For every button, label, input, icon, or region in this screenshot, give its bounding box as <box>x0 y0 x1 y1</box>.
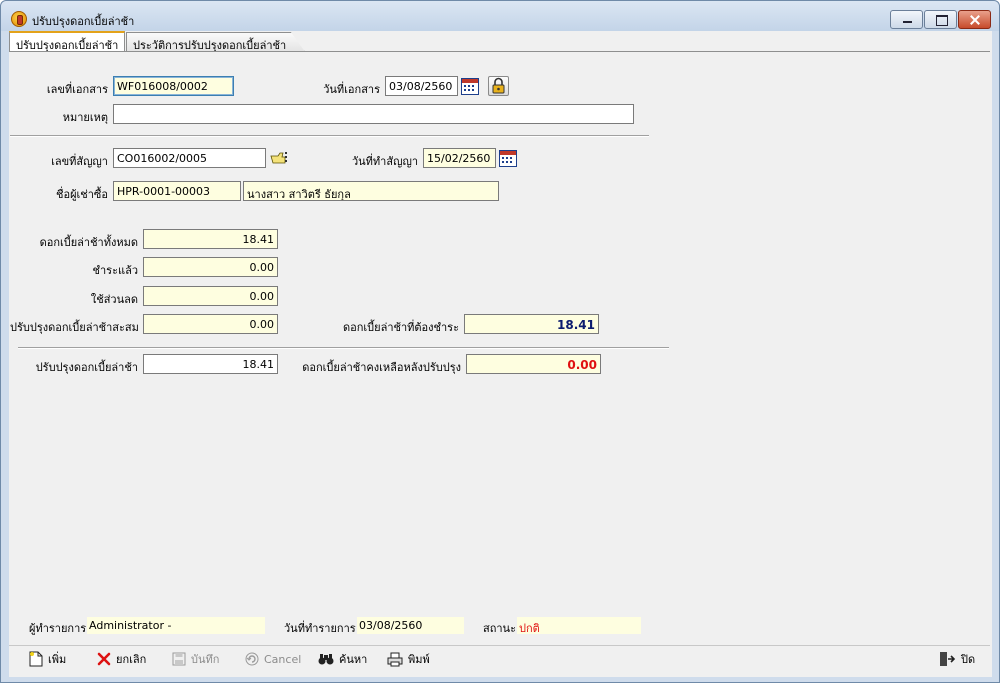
calendar-icon[interactable] <box>461 78 479 95</box>
exit-door-icon <box>940 652 956 666</box>
search-button-label: ค้นหา <box>339 653 368 666</box>
cancel-document-label: ยกเลิก <box>116 653 147 666</box>
paid-label: ชำระแล้ว <box>92 264 138 277</box>
contract-no-field[interactable]: CO016002/0005 <box>113 148 266 168</box>
new-document-icon <box>29 651 43 667</box>
paid-field: 0.00 <box>143 257 278 277</box>
due-interest-label: ดอกเบี้ยล่าช้าที่ต้องชำระ <box>343 321 459 334</box>
app-money-icon <box>11 11 27 27</box>
discount-field: 0.00 <box>143 286 278 306</box>
cancel-button[interactable]: Cancel <box>245 650 301 668</box>
close-button-label: ปิด <box>961 653 976 666</box>
cancel-button-label: Cancel <box>264 652 302 666</box>
tab-adjust-interest[interactable]: ปรับปรุงดอกเบี้ยล่าช้า <box>9 31 126 53</box>
accum-adjust-label: ปรับปรุงดอกเบี้ยล่าช้าสะสม <box>10 321 139 334</box>
printer-icon <box>387 652 403 666</box>
status-state-value: ปกติ <box>517 617 641 635</box>
doc-no-field[interactable]: WF016008/0002 <box>113 76 234 96</box>
remark-field[interactable] <box>113 104 634 124</box>
contract-date-label: วันที่ทำสัญญา <box>351 155 418 168</box>
bottom-toolbar <box>9 645 990 672</box>
status-date-label: วันที่ทำรายการ <box>284 622 356 635</box>
adjust-label: ปรับปรุงดอกเบี้ยล่าช้า <box>35 361 138 374</box>
adjust-amount-field[interactable]: 18.41 <box>143 354 278 374</box>
padlock-icon <box>492 77 505 94</box>
minimize-button[interactable] <box>890 10 923 29</box>
status-date-value: 03/08/2560 <box>357 617 464 634</box>
remaining-label: ดอกเบี้ยล่าช้าคงเหลือหลังปรับปรุง <box>302 361 461 374</box>
divider <box>18 347 669 349</box>
search-button[interactable]: ค้นหา <box>318 650 367 668</box>
tab-adjust-history[interactable]: ประวัติการปรับปรุงดอกเบี้ยล่าช้า <box>126 32 306 52</box>
due-interest-field: 18.41 <box>464 314 599 334</box>
print-button[interactable]: พิมพ์ <box>387 650 430 668</box>
add-button[interactable]: เพิ่ม <box>29 650 66 668</box>
close-window-button[interactable] <box>958 10 991 29</box>
discount-label: ใช้ส่วนลด <box>90 293 138 306</box>
contract-no-label: เลขที่สัญญา <box>51 155 108 168</box>
remaining-field: 0.00 <box>466 354 601 374</box>
buyer-code-field: HPR-0001-00003 <box>113 181 241 201</box>
doc-date-label: วันที่เอกสาร <box>323 83 380 96</box>
total-interest-field: 18.41 <box>143 229 278 249</box>
total-interest-label: ดอกเบี้ยล่าช้าทั้งหมด <box>39 236 138 249</box>
calendar-icon <box>499 150 517 167</box>
window-title: ปรับปรุงดอกเบี้ยล่าช้า <box>32 15 135 28</box>
contract-date-field: 15/02/2560 <box>423 148 496 168</box>
divider <box>10 135 649 137</box>
buyer-name-field: นางสาว สาวิตรี ธัยกุล <box>243 181 499 201</box>
lock-button[interactable] <box>488 76 509 96</box>
title-bar: ปรับปรุงดอกเบี้ยล่าช้า <box>1 1 999 31</box>
undo-icon <box>245 652 259 666</box>
cancel-document-button[interactable]: ยกเลิก <box>97 650 146 668</box>
save-button-label: บันทึก <box>191 653 220 666</box>
accum-adjust-field: 0.00 <box>143 314 278 334</box>
status-user-value: Administrator - <box>87 617 265 634</box>
contract-lookup-icon[interactable] <box>270 150 288 166</box>
red-x-icon <box>97 652 111 666</box>
remark-label: หมายเหตุ <box>62 111 108 124</box>
close-button[interactable]: ปิด <box>939 650 975 668</box>
buyer-label: ชื่อผู้เช่าซื้อ <box>56 188 108 201</box>
doc-date-field[interactable]: 03/08/2560 <box>385 76 458 96</box>
add-button-label: เพิ่ม <box>48 653 67 666</box>
floppy-disk-icon <box>172 652 186 666</box>
status-state-label: สถานะ <box>483 622 516 635</box>
maximize-button[interactable] <box>924 10 957 29</box>
binoculars-icon <box>318 654 334 665</box>
status-user-label: ผู้ทำรายการ <box>29 622 87 635</box>
doc-no-label: เลขที่เอกสาร <box>46 83 108 96</box>
print-button-label: พิมพ์ <box>408 653 430 666</box>
save-button[interactable]: บันทึก <box>172 650 219 668</box>
